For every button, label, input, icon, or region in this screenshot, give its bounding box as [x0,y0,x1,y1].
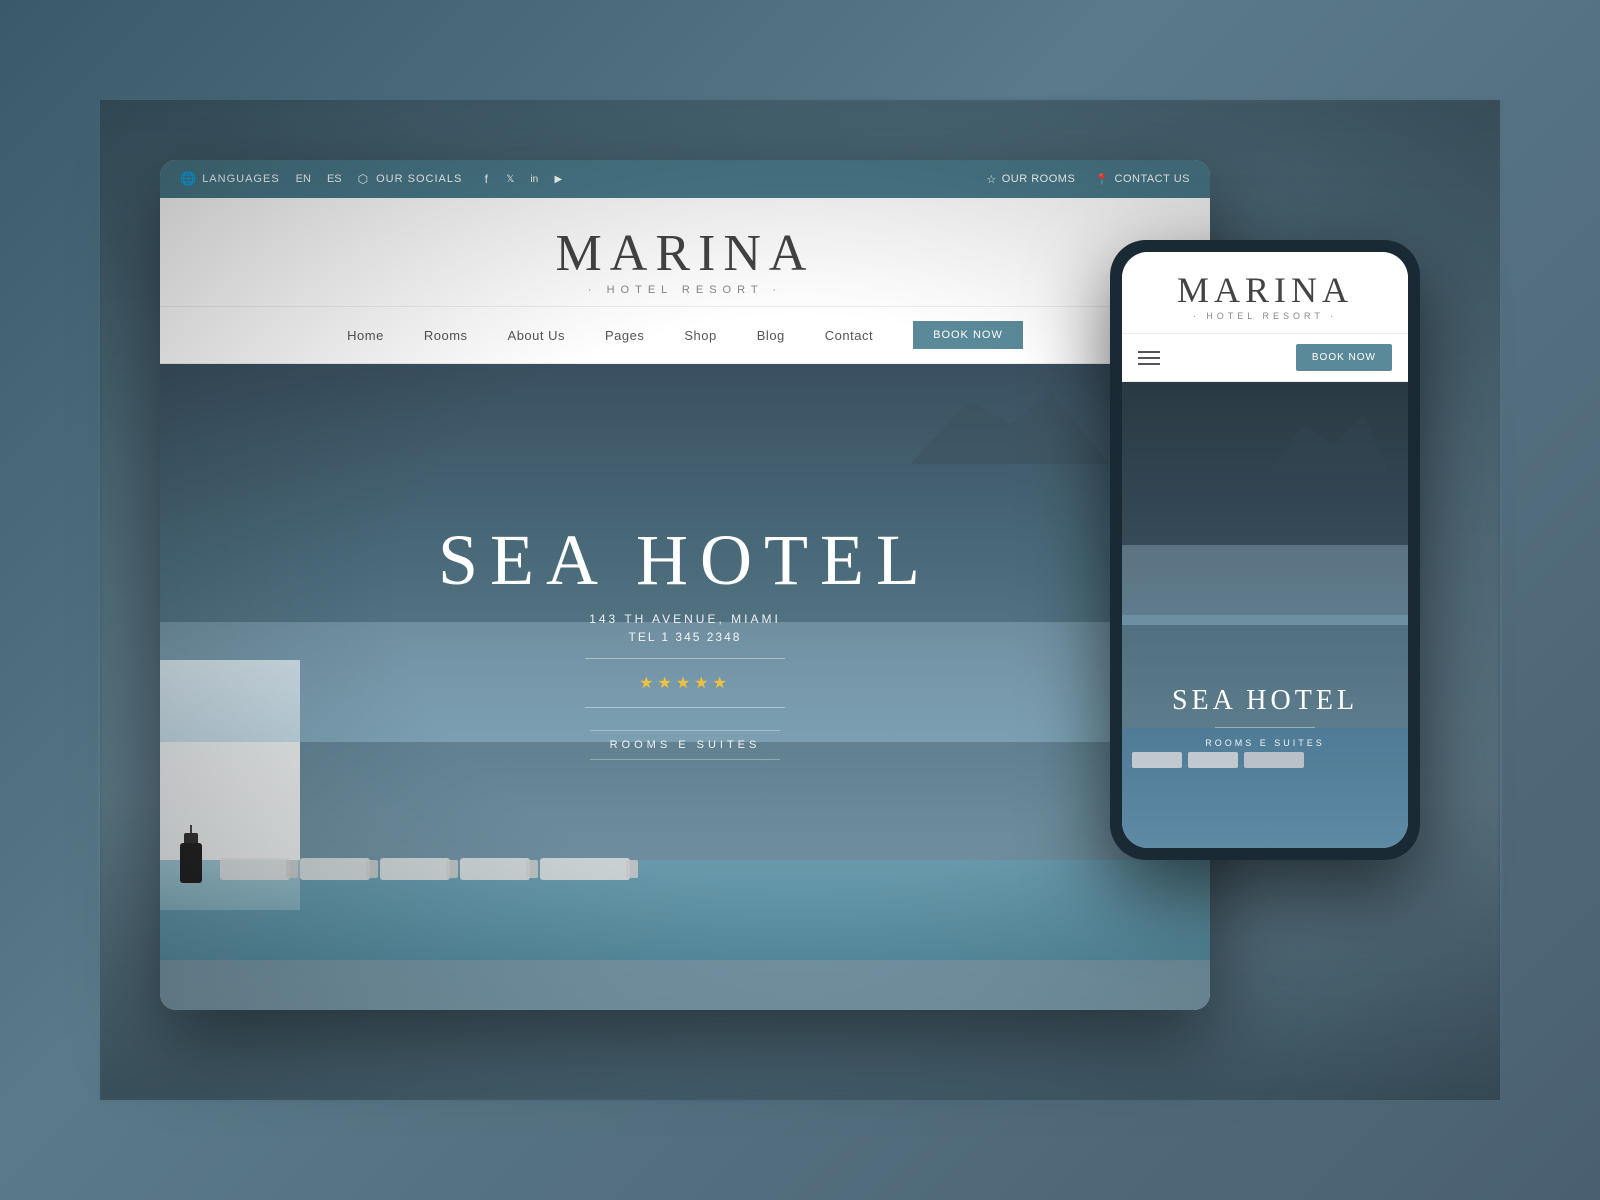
twitter-icon[interactable]: 𝕏 [502,171,518,187]
chair-5 [540,858,630,880]
mobile-logo-sub: · HOTEL RESORT · [1138,311,1392,321]
nav-shop[interactable]: Shop [684,328,716,343]
pool-chairs [220,858,630,880]
hamburger-menu[interactable] [1138,351,1160,365]
mobile-chairs [1132,752,1304,768]
nav-rooms[interactable]: Rooms [424,328,468,343]
nav-contact[interactable]: Contact [825,328,873,343]
site-header: MARINA · HOTEL RESORT · [160,198,1210,307]
hero-divider-2 [585,707,785,708]
lantern [180,825,202,880]
facebook-icon[interactable]: f [478,171,494,187]
hamburger-line-3 [1138,363,1160,365]
hero-stars: ★★★★★ [438,673,932,693]
hamburger-line-1 [1138,351,1160,353]
lang-es[interactable]: ES [327,173,342,185]
mobile-hero-content: SEA HOTEL ROOMS E SUITES [1122,685,1408,748]
book-now-button[interactable]: BOOK NOW [913,321,1023,349]
website: 🌐 LANGUAGES EN ES ⬡ OUR SOCIALS f 𝕏 in ▶ [160,160,1210,1010]
hero-section: SEA HOTEL 143 TH AVENUE, MIAMI TEL 1 345… [160,364,1210,1010]
our-rooms-label: OUR ROOMS [1002,173,1076,185]
share-icon: ⬡ [358,172,368,186]
chair-2 [300,858,370,880]
mobile-book-now-button[interactable]: BOOK NOW [1296,344,1392,371]
top-bar-right: ☆ OUR ROOMS 📍 CONTACT US [986,173,1190,186]
chair-4 [460,858,530,880]
socials-label: OUR SOCIALS [376,173,462,185]
mobile-chair-2 [1188,752,1238,768]
mobile-chair-1 [1132,752,1182,768]
mobile-hero-title: SEA HOTEL [1122,685,1408,717]
star-outline-icon: ☆ [986,173,996,186]
languages-label: LANGUAGES [202,173,279,185]
site-nav: Home Rooms About Us Pages Shop Blog Cont… [160,307,1210,364]
lantern-handle [190,825,192,833]
mobile-mockup: MARINA · HOTEL RESORT · BOOK NOW [1110,240,1420,860]
top-bar: 🌐 LANGUAGES EN ES ⬡ OUR SOCIALS f 𝕏 in ▶ [160,160,1210,198]
socials-group: ⬡ OUR SOCIALS [358,172,463,186]
mobile-hero-rooms-label: ROOMS E SUITES [1122,738,1408,748]
chair-1 [220,858,290,880]
lantern-body [180,843,202,883]
hero-content: SEA HOTEL 143 TH AVENUE, MIAMI TEL 1 345… [438,524,932,760]
desktop-mockup: 🌐 LANGUAGES EN ES ⬡ OUR SOCIALS f 𝕏 in ▶ [160,160,1210,1010]
location-icon: 📍 [1095,173,1109,186]
our-rooms-link[interactable]: ☆ OUR ROOMS [986,173,1075,186]
top-bar-left: 🌐 LANGUAGES EN ES ⬡ OUR SOCIALS f 𝕏 in ▶ [180,171,566,187]
nav-home[interactable]: Home [347,328,384,343]
mobile-logo-main: MARINA [1138,272,1392,308]
languages-group: 🌐 LANGUAGES [180,171,280,187]
mobile-website: MARINA · HOTEL RESORT · BOOK NOW [1122,252,1408,848]
lang-en[interactable]: EN [296,173,311,185]
mobile-chair-3 [1244,752,1304,768]
hero-address: 143 TH AVENUE, MIAMI [438,612,932,626]
scene-wrapper: 🌐 LANGUAGES EN ES ⬡ OUR SOCIALS f 𝕏 in ▶ [100,100,1500,1100]
logo-sub: · HOTEL RESORT · [180,284,1190,296]
logo-main: MARINA [180,228,1190,280]
hero-divider-1 [585,658,785,659]
mobile-header: MARINA · HOTEL RESORT · [1122,252,1408,334]
youtube-icon[interactable]: ▶ [550,171,566,187]
chair-3 [380,858,450,880]
mobile-sea-glow [1122,545,1408,625]
hamburger-line-2 [1138,357,1160,359]
lantern-top [184,833,198,843]
globe-icon: 🌐 [180,171,196,187]
contact-us-link[interactable]: 📍 CONTACT US [1095,173,1190,186]
hero-tel: TEL 1 345 2348 [438,630,932,644]
hero-title: SEA HOTEL [438,524,932,596]
mobile-nav-bar: BOOK NOW [1122,334,1408,382]
nav-pages[interactable]: Pages [605,328,644,343]
nav-about[interactable]: About Us [508,328,565,343]
nav-blog[interactable]: Blog [757,328,785,343]
social-icons-group: f 𝕏 in ▶ [478,171,566,187]
mobile-hero-divider [1215,727,1315,728]
hero-rooms-label[interactable]: ROOMS E SUITES [590,730,781,760]
mobile-hero: SEA HOTEL ROOMS E SUITES [1122,382,1408,848]
contact-us-label: CONTACT US [1115,173,1191,185]
linkedin-icon[interactable]: in [526,171,542,187]
